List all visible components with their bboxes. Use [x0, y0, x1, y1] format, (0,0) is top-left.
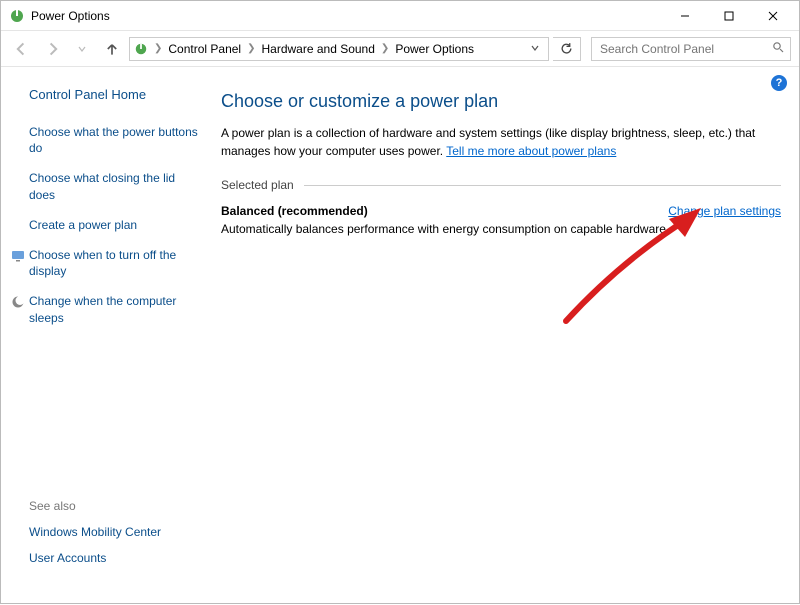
- address-bar[interactable]: ❯ Control Panel ❯ Hardware and Sound ❯ P…: [129, 37, 549, 61]
- maximize-button[interactable]: [707, 2, 751, 30]
- moon-icon: [11, 295, 25, 309]
- close-button[interactable]: [751, 2, 795, 30]
- page-description: A power plan is a collection of hardware…: [221, 124, 781, 160]
- search-input[interactable]: [598, 41, 772, 57]
- search-box[interactable]: [591, 37, 791, 61]
- plan-name: Balanced (recommended): [221, 204, 368, 218]
- forward-button[interactable]: [39, 36, 65, 62]
- power-options-icon: [134, 42, 148, 56]
- control-panel-home-link[interactable]: Control Panel Home: [29, 87, 203, 102]
- change-plan-settings-link[interactable]: Change plan settings: [668, 204, 781, 218]
- sidebar-item-label: Change when the computer sleeps: [29, 294, 176, 324]
- sidebar-link-closing-lid[interactable]: Choose what closing the lid does: [29, 170, 203, 202]
- address-dropdown-icon[interactable]: [526, 42, 544, 56]
- breadcrumb-item[interactable]: Control Panel: [168, 42, 241, 56]
- refresh-button[interactable]: [553, 37, 581, 61]
- breadcrumb-item[interactable]: Power Options: [395, 42, 474, 56]
- up-button[interactable]: [99, 36, 125, 62]
- breadcrumb-item[interactable]: Hardware and Sound: [262, 42, 375, 56]
- monitor-icon: [11, 249, 25, 263]
- sidebar-item-label: Choose when to turn off the display: [29, 248, 176, 278]
- sidebar-link-create-plan[interactable]: Create a power plan: [29, 217, 203, 233]
- power-options-icon: [9, 8, 25, 24]
- recent-dropdown[interactable]: [69, 36, 95, 62]
- chevron-right-icon: ❯: [377, 43, 393, 54]
- sidebar: Control Panel Home Choose what the power…: [1, 67, 211, 605]
- titlebar: Power Options: [1, 1, 799, 31]
- page-heading: Choose or customize a power plan: [221, 91, 781, 112]
- sidebar-link-turn-off-display[interactable]: Choose when to turn off the display: [29, 247, 203, 279]
- plan-row: Balanced (recommended) Change plan setti…: [221, 204, 781, 218]
- section-title: Selected plan: [221, 178, 294, 192]
- minimize-button[interactable]: [663, 2, 707, 30]
- divider: [304, 185, 781, 186]
- see-also-section: See also Windows Mobility Center User Ac…: [29, 499, 203, 589]
- sidebar-link-power-buttons[interactable]: Choose what the power buttons do: [29, 124, 203, 156]
- chevron-right-icon: ❯: [243, 43, 259, 54]
- chevron-right-icon: ❯: [150, 43, 166, 54]
- tell-me-more-link[interactable]: Tell me more about power plans: [446, 144, 616, 158]
- window-title: Power Options: [31, 9, 110, 23]
- selected-plan-section: Selected plan: [221, 178, 781, 192]
- see-also-user-accounts[interactable]: User Accounts: [29, 551, 203, 565]
- plan-description: Automatically balances performance with …: [221, 222, 781, 236]
- navbar: ❯ Control Panel ❯ Hardware and Sound ❯ P…: [1, 31, 799, 67]
- sidebar-link-computer-sleeps[interactable]: Change when the computer sleeps: [29, 293, 203, 325]
- main-content: Choose or customize a power plan A power…: [211, 67, 799, 605]
- see-also-title: See also: [29, 499, 203, 513]
- see-also-mobility-center[interactable]: Windows Mobility Center: [29, 525, 203, 539]
- search-icon[interactable]: [772, 41, 784, 56]
- back-button[interactable]: [9, 36, 35, 62]
